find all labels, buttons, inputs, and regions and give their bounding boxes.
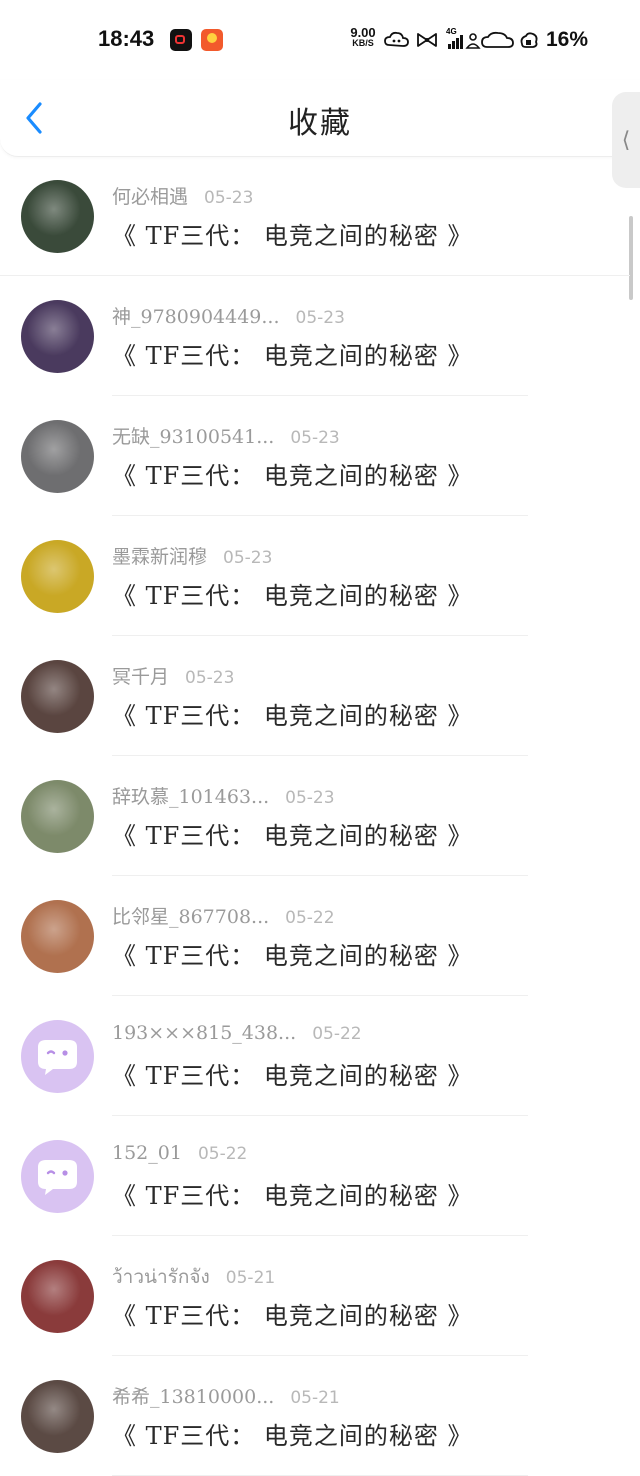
list-item[interactable]: 无缺_93100541... 05-23 《 TF三代： 电竞之间的秘密 》 [0,396,640,516]
list-item[interactable]: 比邻星_867708... 05-22 《 TF三代： 电竞之间的秘密 》 [0,876,640,996]
username[interactable]: 比邻星_867708... [112,906,269,928]
bluetooth-cloud-icon [384,31,409,47]
item-meta: 希希_13810000... 05-21 [112,1382,340,1408]
book-title[interactable]: 《 TF三代： 电竞之间的秘密 》 [112,456,473,491]
chat-bubble-icon [38,1160,77,1195]
avatar[interactable] [21,420,94,493]
avatar[interactable] [21,900,94,973]
default-avatar[interactable] [21,1140,94,1213]
item-meta: 墨霖新润穆 05-23 [112,542,272,568]
item-meta: ว้าวน่ารักจัง 05-21 [112,1262,275,1288]
book-title[interactable]: 《 TF三代： 电竞之间的秘密 》 [112,1416,473,1451]
book-title[interactable]: 《 TF三代： 电竞之间的秘密 》 [112,816,473,851]
default-avatar[interactable] [21,1020,94,1093]
nav-bar: 收藏 [0,80,640,157]
battery-percentage: 16% [546,28,589,51]
item-meta: 何必相遇 05-23 [112,182,253,208]
date: 05-23 [223,548,273,568]
page-title: 收藏 [288,106,352,141]
date: 05-23 [185,668,235,688]
list-item[interactable]: 何必相遇 05-23 《 TF三代： 电竞之间的秘密 》 [0,156,640,276]
item-meta: 比邻星_867708... 05-22 [112,902,335,928]
wifi-icon [465,33,481,49]
book-title[interactable]: 《 TF三代： 电竞之间的秘密 》 [112,216,473,251]
date: 05-21 [290,1388,340,1408]
list-item[interactable]: 墨霖新润穆 05-23 《 TF三代： 电竞之间的秘密 》 [0,516,640,636]
status-bar: 18:43 9.00 KB/S 4G 16% [0,0,640,80]
list-item[interactable]: 辞玖慕_101463... 05-23 《 TF三代： 电竞之间的秘密 》 [0,756,640,876]
avatar[interactable] [21,540,94,613]
item-meta: 冥千月 05-23 [112,662,234,688]
battery-icon [520,32,538,48]
username[interactable]: 辞玖慕_101463... [112,786,269,808]
date: 05-23 [295,308,345,328]
list-item[interactable]: 152_01 05-22 《 TF三代： 电竞之间的秘密 》 [0,1116,640,1236]
video-app-icon [170,29,192,51]
avatar[interactable] [21,1380,94,1453]
username[interactable]: 冥千月 [112,666,169,688]
date: 05-23 [204,188,254,208]
avatar[interactable] [21,180,94,253]
book-title[interactable]: 《 TF三代： 电竞之间的秘密 》 [112,1056,473,1091]
network-type: 4G [446,27,457,36]
date: 05-22 [312,1024,362,1044]
username[interactable]: 何必相遇 [112,186,188,208]
favorites-list: 何必相遇 05-23 《 TF三代： 电竞之间的秘密 》神_9780904449..… [0,156,640,1476]
chat-bubble-icon [38,1040,77,1075]
shopping-app-icon [201,29,223,51]
bow-icon [417,33,437,47]
side-drawer-arrow-icon: ⟨ [621,127,631,153]
book-title[interactable]: 《 TF三代： 电竞之间的秘密 》 [112,936,473,971]
book-title[interactable]: 《 TF三代： 电竞之间的秘密 》 [112,1296,473,1331]
item-meta: 神_9780904449... 05-23 [112,302,345,328]
book-title[interactable]: 《 TF三代： 电竞之间的秘密 》 [112,696,473,731]
item-meta: 无缺_93100541... 05-23 [112,422,340,448]
username[interactable]: 希希_13810000... [112,1386,274,1408]
avatar[interactable] [21,300,94,373]
book-title[interactable]: 《 TF三代： 电竞之间的秘密 》 [112,576,473,611]
date: 05-23 [290,428,340,448]
list-item[interactable]: 冥千月 05-23 《 TF三代： 电竞之间的秘密 》 [0,636,640,756]
network-speed-value: 9.00 [350,25,376,40]
username[interactable]: 无缺_93100541... [112,426,274,448]
list-item[interactable]: 希希_13810000... 05-21 《 TF三代： 电竞之间的秘密 》 [0,1356,640,1476]
date: 05-23 [285,788,335,808]
avatar[interactable] [21,660,94,733]
date: 05-22 [197,1144,248,1164]
status-time: 18:43 [98,26,155,51]
list-item[interactable]: 193×××815_438... 05-22 《 TF三代： 电竞之间的秘密 》 [0,996,640,1116]
date: 05-21 [225,1268,276,1288]
network-speed: 9.00 KB/S [347,25,379,49]
avatar[interactable] [21,780,94,853]
book-title[interactable]: 《 TF三代： 电竞之间的秘密 》 [112,1176,473,1211]
item-meta: 辞玖慕_101463... 05-23 [112,782,335,808]
signal-icon: 4G [446,27,464,51]
username[interactable]: ว้าวน่ารักจัง [112,1266,210,1288]
avatar[interactable] [21,1260,94,1333]
username[interactable]: 193×××815_438... [112,1022,296,1044]
cloud-icon [481,31,514,48]
list-item[interactable]: ว้าวน่ารักจัง 05-21 《 TF三代： 电竞之间的秘密 》 [0,1236,640,1356]
item-meta: 152_01 05-22 [112,1142,247,1168]
date: 05-22 [285,908,335,928]
list-item[interactable]: 神_9780904449... 05-23 《 TF三代： 电竞之间的秘密 》 [0,276,640,396]
item-meta: 193×××815_438... 05-22 [112,1022,362,1048]
username[interactable]: 152_01 [112,1142,182,1164]
username[interactable]: 墨霖新润穆 [112,546,207,568]
book-title[interactable]: 《 TF三代： 电竞之间的秘密 》 [112,336,473,371]
username[interactable]: 神_9780904449... [112,306,280,328]
